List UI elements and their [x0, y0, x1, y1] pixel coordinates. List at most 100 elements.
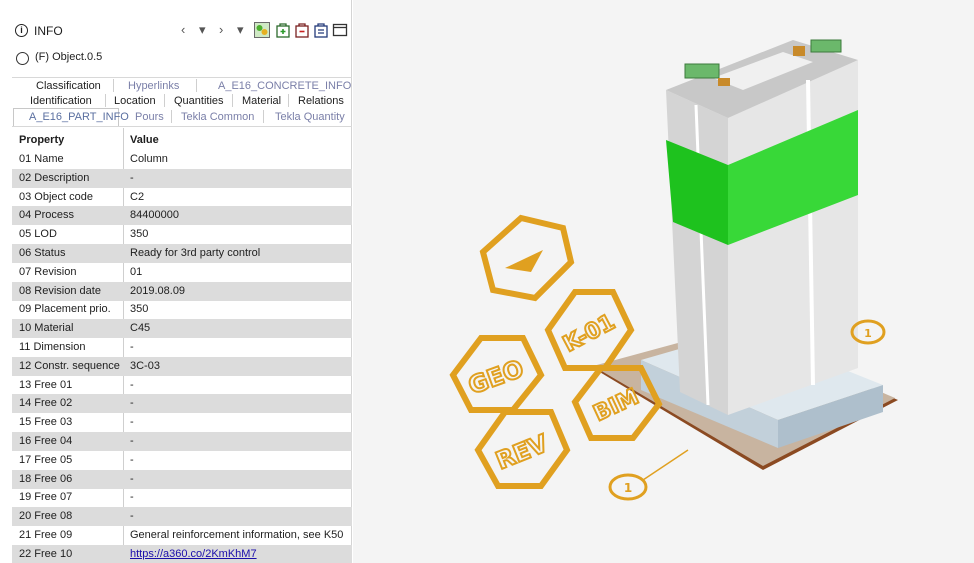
table-row[interactable]: 05 LOD 350: [12, 225, 352, 244]
link-objects-icon[interactable]: [254, 22, 270, 38]
property-name: 05 LOD: [19, 228, 57, 241]
tab-separator: [288, 94, 289, 107]
tab-material[interactable]: Material: [242, 95, 281, 107]
property-value: -: [130, 453, 134, 466]
table-row[interactable]: 13 Free 01 -: [12, 376, 352, 395]
property-name: 06 Status: [19, 247, 66, 259]
property-value: 01: [130, 265, 143, 278]
table-row[interactable]: 03 Object code C2: [12, 188, 352, 207]
table-row[interactable]: 11 Dimension -: [12, 338, 352, 357]
table-row[interactable]: 08 Revision date 2019.08.09: [12, 281, 352, 301]
tab-identification[interactable]: Identification: [30, 95, 92, 107]
info-icon: i: [15, 24, 28, 37]
north-arrow-badge: [479, 214, 575, 302]
property-value[interactable]: https://a360.co/2KmKhM7: [130, 548, 257, 560]
table-row[interactable]: 10 Material C45: [12, 319, 352, 339]
property-name: 09 Placement prio.: [19, 303, 111, 316]
tab-hyperlinks[interactable]: Hyperlinks: [128, 80, 179, 92]
table-row[interactable]: 21 Free 09 General reinforcement informat…: [12, 526, 352, 545]
info-panel: i INFO ‹ ▾ › ▾ (F) Object.0.5 Classifica…: [0, 0, 352, 563]
remove-set-icon[interactable]: [294, 22, 310, 38]
property-value: 2019.08.09: [130, 284, 186, 297]
property-name: 22 Free 10: [19, 547, 73, 560]
table-row[interactable]: 01 Name Column: [12, 150, 352, 169]
tab-separator: [232, 94, 233, 107]
property-name: 20 Free 08: [19, 510, 73, 523]
table-row[interactable]: 19 Free 07 -: [12, 488, 352, 507]
property-value: 3C-03: [130, 359, 160, 372]
tab-relations[interactable]: Relations: [298, 95, 344, 107]
next-object-button[interactable]: ›: [219, 22, 223, 37]
roof-hatch: [793, 46, 805, 56]
add-set-icon[interactable]: [275, 22, 291, 38]
table-row[interactable]: 18 Free 06 -: [12, 469, 352, 489]
tab-separator: [263, 110, 264, 123]
property-name: 19 Free 07: [19, 491, 73, 504]
property-value: 84400000: [130, 209, 179, 222]
table-row[interactable]: 04 Process 84400000: [12, 206, 352, 226]
tab-tekla-quantity[interactable]: Tekla Quantity: [275, 111, 345, 123]
property-name: 01 Name: [19, 153, 64, 165]
next-history-dropdown[interactable]: ▾: [237, 22, 244, 38]
object-radio[interactable]: [16, 52, 29, 65]
tab-separator: [171, 110, 172, 123]
info-toolbar: i INFO ‹ ▾ › ▾: [0, 0, 352, 42]
property-name: 14 Free 02: [19, 397, 73, 410]
svg-text:1: 1: [624, 481, 632, 495]
tab-tekla-common[interactable]: Tekla Common: [181, 111, 254, 123]
property-value: 350: [130, 228, 149, 241]
roof-hatch: [718, 78, 730, 86]
tab-quantities[interactable]: Quantities: [174, 95, 224, 107]
tab-separator: [164, 94, 165, 107]
property-value: -: [130, 341, 134, 353]
property-value: -: [130, 378, 134, 391]
property-name: 10 Material: [19, 322, 74, 335]
property-value: -: [130, 397, 134, 410]
prev-history-dropdown[interactable]: ▾: [199, 22, 206, 38]
property-name: 16 Free 04: [19, 435, 73, 447]
property-value: -: [130, 435, 134, 447]
table-row[interactable]: 12 Constr. sequence 3C-03: [12, 356, 352, 376]
table-row[interactable]: 14 Free 02 -: [12, 394, 352, 414]
property-value: -: [130, 491, 134, 504]
table-row[interactable]: 06 Status Ready for 3rd party control: [12, 244, 352, 263]
svg-text:K-01: K-01: [559, 310, 619, 358]
tab-a-e16-concrete-info[interactable]: A_E16_CONCRETE_INFO: [218, 80, 351, 92]
property-name: 11 Dimension: [19, 341, 86, 353]
property-name: 15 Free 03: [19, 416, 73, 429]
table-row[interactable]: 20 Free 08 -: [12, 507, 352, 527]
property-value: General reinforcement information, see K…: [130, 529, 344, 541]
tab-separator: [113, 79, 114, 92]
tab-pours[interactable]: Pours: [135, 111, 164, 123]
roof-unit: [810, 39, 842, 53]
table-row[interactable]: 15 Free 03 -: [12, 413, 352, 432]
svg-text:REV: REV: [492, 429, 552, 475]
grid-line: [642, 449, 689, 481]
property-value: -: [130, 510, 134, 523]
roof-unit: [684, 63, 720, 79]
svg-text:GEO: GEO: [465, 354, 528, 400]
edit-set-icon[interactable]: [313, 22, 329, 38]
table-row[interactable]: 02 Description -: [12, 168, 352, 188]
table-row[interactable]: 16 Free 04 -: [12, 432, 352, 451]
table-row[interactable]: 07 Revision 01: [12, 263, 352, 282]
prev-object-button[interactable]: ‹: [181, 22, 185, 37]
model-view: K-01 GEO BIM REV 1 1: [449, 39, 898, 501]
tab-classification[interactable]: Classification: [36, 80, 101, 92]
window-icon[interactable]: [332, 22, 348, 38]
table-row[interactable]: 22 Free 10 https://a360.co/2KmKhM7: [12, 544, 352, 563]
tab-separator: [196, 79, 197, 92]
svg-text:1: 1: [864, 327, 872, 340]
svg-text:BIM: BIM: [590, 384, 643, 426]
tab-row-divider: [12, 77, 352, 78]
tab-a-e16-part-info[interactable]: A_E16_PART_INFO: [29, 111, 129, 123]
table-row[interactable]: 17 Free 05 -: [12, 451, 352, 470]
table-row[interactable]: 09 Placement prio. 350: [12, 300, 352, 319]
property-name: 17 Free 05: [19, 453, 73, 466]
tab-location[interactable]: Location: [114, 95, 156, 107]
geo-badge: GEO: [449, 335, 545, 413]
property-name: 13 Free 01: [19, 378, 73, 391]
property-name: 02 Description: [19, 171, 90, 184]
3d-viewport[interactable]: K-01 GEO BIM REV 1 1: [353, 0, 974, 563]
property-name: 18 Free 06: [19, 472, 73, 485]
